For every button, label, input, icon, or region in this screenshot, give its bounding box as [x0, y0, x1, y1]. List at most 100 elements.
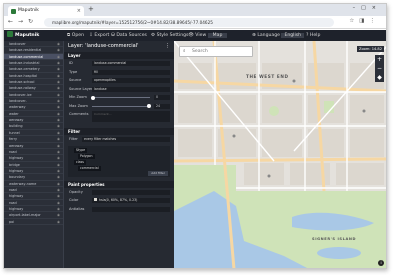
- close-tab-icon[interactable]: ×: [77, 6, 81, 16]
- paint-section-header[interactable]: Paint properties: [64, 180, 174, 188]
- antialias-row: Antialias: [64, 205, 174, 214]
- browser-action-icons[interactable]: ☆◨⋮: [349, 18, 380, 24]
- source-layer-row: Source Layer landuse: [64, 85, 174, 94]
- zoom-level-label: Zoom: 14.82: [356, 46, 384, 52]
- layer-item-label: poi: [9, 219, 15, 224]
- window-controls[interactable]: –□×: [353, 5, 382, 11]
- layer-item-label: highway: [9, 206, 24, 211]
- layer-item-label: bridge: [9, 162, 20, 167]
- layer-item-label: aeroway: [9, 118, 24, 123]
- search-icon: ⌕: [183, 49, 186, 54]
- browser-tab[interactable]: Maputnik ×: [8, 6, 84, 16]
- view-button[interactable]: 👁 View Map: [188, 30, 228, 41]
- layer-item-label: landcover-: [9, 99, 27, 104]
- tab-title: Maputnik: [18, 8, 39, 13]
- layer-item-label: highway: [9, 156, 24, 161]
- min-zoom-input[interactable]: 0: [154, 95, 170, 100]
- back-icon[interactable]: ←: [8, 18, 13, 25]
- layer-item-label: highway: [9, 194, 24, 199]
- map-label-west-end: THE WEST END: [246, 74, 289, 79]
- layer-item-label: airport-label-major: [9, 213, 41, 218]
- max-zoom-row: Max Zoom 24: [64, 102, 174, 111]
- maputnik-favicon-icon: [11, 8, 16, 14]
- help-button[interactable]: ? Help: [306, 30, 320, 41]
- zoom-controls: + − ◆: [375, 55, 384, 82]
- maputnik-logo-icon: [7, 31, 13, 37]
- compass-icon[interactable]: ◆: [375, 73, 384, 82]
- color-row: Color hsla(0, 60%, 87%, 0.23): [64, 196, 174, 205]
- min-zoom-knob[interactable]: [91, 95, 95, 100]
- app-logo: Maputnik: [7, 30, 39, 41]
- filter-mode-select[interactable]: every filter matches: [82, 137, 170, 142]
- new-tab-icon[interactable]: +: [88, 5, 94, 13]
- layer-id-input[interactable]: landuse-commercial: [92, 61, 170, 66]
- layer-source-select[interactable]: openmaptiles: [92, 78, 170, 83]
- zoom-in-button[interactable]: +: [375, 55, 384, 64]
- comments-row: Comments Comment...: [64, 110, 174, 124]
- layer-item-label: landuse-commercial: [9, 54, 44, 59]
- layer-item-label: landuse-hospital: [9, 73, 37, 78]
- max-zoom-knob[interactable]: [147, 104, 151, 108]
- add-filter-button[interactable]: Add filter: [148, 170, 168, 176]
- layer-item-label: landcover: [9, 42, 26, 46]
- language-button[interactable]: ⊕ Language English: [252, 30, 305, 41]
- layer-editor: Layer: 'landuse-commercial' ⋮ Layer ID la…: [63, 41, 174, 268]
- color-swatch[interactable]: [94, 198, 97, 201]
- layer-source-row: Source openmaptiles: [64, 76, 174, 85]
- layer-type-select[interactable]: fill: [92, 69, 170, 75]
- filter-value-1[interactable]: Polygon: [78, 153, 95, 159]
- filter-key-2[interactable]: class: [74, 159, 86, 165]
- layer-item-label: ferry: [9, 137, 18, 142]
- export-button[interactable]: ⇩ Export: [89, 30, 109, 41]
- comments-textarea[interactable]: Comment...: [92, 111, 170, 122]
- map-view[interactable]: ⌕ Search Zoom: 14.82 + − ◆ THE WEST END …: [174, 41, 386, 268]
- open-button[interactable]: ⧉ Open: [67, 30, 84, 41]
- layer-item-label: aeroway: [9, 143, 24, 148]
- layer-item[interactable]: poi ◉: [4, 219, 63, 225]
- max-zoom-slider[interactable]: [92, 104, 151, 108]
- layer-item-label: landuse-residential: [9, 48, 42, 53]
- zoom-out-button[interactable]: −: [375, 64, 384, 73]
- layer-editor-title: Layer: 'landuse-commercial' ⋮: [64, 41, 174, 52]
- min-zoom-slider[interactable]: [91, 95, 150, 100]
- min-zoom-row: Min Zoom 0: [64, 93, 174, 102]
- layer-item-label: road: [9, 187, 17, 192]
- info-icon[interactable]: i: [378, 260, 384, 266]
- layer-section-header[interactable]: Layer: [64, 52, 174, 59]
- opacity-row: Opacity: [64, 188, 174, 197]
- filter-mode-row: Filter every filter matches: [64, 135, 174, 144]
- filter-key-1[interactable]: $type: [74, 147, 88, 153]
- browser-tab-bar: Maputnik × + –□×: [4, 4, 386, 16]
- layer-item-label: road: [9, 149, 17, 154]
- color-input[interactable]: hsla(0, 60%, 87%, 0.23): [92, 198, 170, 203]
- opacity-input[interactable]: [92, 189, 170, 195]
- map-search-input[interactable]: ⌕ Search: [179, 46, 253, 57]
- reload-icon[interactable]: ↻: [28, 18, 33, 25]
- address-bar: ← → ↻ maplibre.org/maputnik/#layer=15251…: [4, 16, 386, 29]
- url-field[interactable]: maplibre.org/maputnik/#layer=152512756/2…: [44, 18, 334, 27]
- antialias-select[interactable]: [92, 206, 170, 212]
- style-settings-button[interactable]: ⚙ Style Settings: [151, 30, 188, 41]
- layer-item-label: landuse-industrial: [9, 61, 40, 66]
- layer-item-label: building: [9, 124, 23, 129]
- layer-item-label: landuse-railway: [9, 86, 36, 91]
- source-layer-select[interactable]: landuse: [92, 86, 170, 92]
- layer-item-label: waterway-name: [9, 181, 37, 186]
- layer-id-row: ID landuse-commercial: [64, 59, 174, 68]
- layer-item-label: tunnel: [9, 130, 20, 135]
- map-label-signers-island: SIGNER'S ISLAND: [312, 237, 357, 241]
- layer-item-label: landuse-school: [9, 80, 35, 85]
- app-toolbar: Maputnik ⧉ Open ⇩ Export ⛁ Data Sources …: [4, 30, 386, 41]
- max-zoom-input[interactable]: 24: [154, 103, 170, 109]
- layer-item-label: landuse-cemetery: [9, 67, 40, 72]
- browser-window: Maputnik × + –□× ← → ↻ maplibre.org/mapu…: [3, 3, 387, 269]
- layer-item-label: water: [9, 111, 19, 116]
- filter-section-header[interactable]: Filter: [64, 128, 174, 135]
- visibility-toggle-icon[interactable]: ◉: [57, 219, 60, 224]
- more-options-icon[interactable]: ⋮: [165, 41, 170, 52]
- layer-item-label: road: [9, 200, 17, 205]
- forward-icon[interactable]: →: [18, 18, 23, 25]
- data-sources-button[interactable]: ⛁ Data Sources: [111, 30, 147, 41]
- layer-item-label: boundary: [9, 175, 26, 180]
- filter-value-2[interactable]: commercial: [78, 165, 101, 171]
